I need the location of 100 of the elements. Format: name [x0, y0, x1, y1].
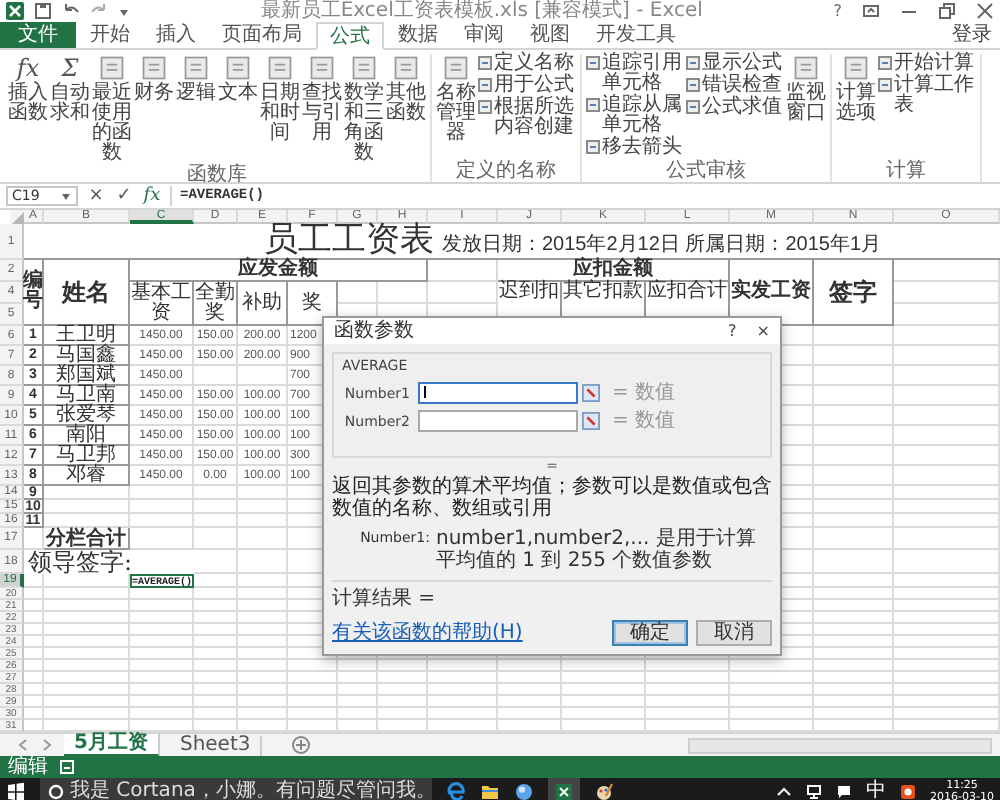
ribbon-button[interactable]: 追踪引用单元格 [586, 54, 684, 94]
ribbon-button[interactable]: 开始计算 [878, 54, 976, 74]
status-mode: 编辑 [8, 756, 48, 778]
function-icon [792, 54, 820, 82]
ribbon-tab[interactable]: 视图 [518, 22, 582, 48]
windows-logo-icon[interactable] [6, 782, 26, 800]
spreadsheet-app-icon[interactable] [548, 777, 580, 800]
function-icon [98, 54, 126, 82]
group-label: 计算 [884, 160, 928, 182]
ribbon-tab[interactable]: 插入 [144, 22, 208, 48]
function-description: 返回其参数的算术平均值；参数可以是数值或包含数值的名称、数组或引用 [332, 476, 772, 520]
chevron-up-icon[interactable] [776, 784, 793, 800]
argument-field[interactable] [418, 382, 578, 404]
message-icon[interactable] [836, 784, 853, 800]
command-icon [586, 56, 600, 70]
function-icon [308, 54, 336, 82]
ribbon-button[interactable]: fx 插入函数 [8, 54, 48, 124]
collapse-icon[interactable] [582, 384, 600, 402]
ribbon-tab[interactable]: 公式 [316, 22, 384, 50]
help-link[interactable]: 有关该函数的帮助(H) [332, 622, 523, 644]
ribbon-button[interactable]: 文本 [218, 54, 258, 104]
table-cell: 马卫邦 [44, 446, 130, 466]
function-icon [442, 54, 470, 82]
argument-result: = 数值 [612, 411, 676, 431]
argument-field[interactable] [418, 410, 578, 432]
scroll-right-icon[interactable] [40, 738, 54, 752]
ribbon-button[interactable]: 定义名称 [478, 54, 576, 74]
help-button[interactable]: ? [728, 321, 737, 341]
column-heading: 应发金额 [130, 260, 428, 282]
ribbon-options-icon[interactable] [862, 2, 880, 20]
ribbon-button[interactable]: 最近使用的函数 [92, 54, 132, 164]
table-cell: 张爱琴 [44, 406, 130, 426]
ribbon-button[interactable]: 财务 [134, 54, 174, 104]
ribbon-tab[interactable]: 开始 [78, 22, 142, 48]
command-icon [686, 56, 700, 70]
ribbon-button[interactable]: 名称管理器 [436, 54, 476, 144]
command-icon [478, 100, 492, 114]
close-button[interactable]: × [756, 321, 770, 341]
table-cell: 王卫明 [44, 326, 130, 346]
cancel-button[interactable]: × [86, 186, 106, 206]
ribbon-tab[interactable]: 页面布局 [210, 22, 314, 48]
search-box[interactable]: 我是 Cortana，小娜。有问题尽管问我。 [40, 778, 432, 800]
ribbon-button[interactable]: 显示公式 [686, 54, 784, 74]
excel-icon[interactable] [6, 2, 24, 20]
ok-button[interactable]: 确定 [612, 620, 688, 646]
enter-button[interactable]: ✓ [114, 186, 134, 206]
restore-icon[interactable] [938, 2, 956, 20]
ribbon-button[interactable]: 根据所选内容创建 [478, 98, 576, 138]
add-sheet-icon[interactable] [292, 736, 311, 754]
scroll-left-icon[interactable] [16, 738, 30, 752]
ribbon-button[interactable]: 移去箭头 [586, 138, 684, 158]
column-heading: 实发工资 [730, 260, 814, 326]
insert-function-button[interactable]: fx [142, 186, 162, 206]
ribbon-button[interactable]: 日期和时间 [260, 54, 300, 144]
table-cell: 邓睿 [44, 466, 130, 486]
ribbon-button[interactable]: 监视窗口 [786, 54, 826, 124]
ribbon-button[interactable]: 错误检查 [686, 76, 784, 96]
browser-icon[interactable] [446, 782, 466, 800]
command-icon [878, 78, 892, 92]
ribbon-button[interactable]: 用于公式 [478, 76, 576, 96]
help-button[interactable]: ? [833, 2, 842, 20]
ribbon-tab[interactable]: 数据 [386, 22, 450, 48]
command-icon [478, 78, 492, 92]
input-method-indicator[interactable]: 中 [866, 778, 887, 800]
sign-in-link[interactable]: 登录 [944, 22, 1000, 48]
horizontal-scrollbar[interactable] [688, 737, 992, 753]
ribbon-button[interactable]: 其他函数 [386, 54, 426, 124]
ribbon-button[interactable]: 计算选项 [836, 54, 876, 124]
ribbon-button[interactable]: 数学和三角函数 [344, 54, 384, 164]
network-icon[interactable] [806, 784, 823, 800]
column-heading: 奖 [288, 282, 338, 326]
sheet-tab[interactable]: 5月工资 [64, 733, 160, 757]
cancel-button[interactable]: 取消 [696, 620, 772, 646]
globe-icon[interactable] [514, 782, 534, 800]
command-icon [478, 56, 492, 70]
ribbon-button[interactable]: 逻辑 [176, 54, 216, 104]
ribbon-button[interactable]: 追踪从属单元格 [586, 96, 684, 136]
close-icon[interactable] [976, 2, 994, 20]
column-heading: 补助 [238, 282, 288, 326]
column-heading: 应扣金额 [498, 260, 730, 282]
paint-icon[interactable] [594, 782, 614, 800]
ribbon-button[interactable]: Σ 自动求和 [50, 54, 90, 124]
ribbon-button[interactable]: 公式求值 [686, 98, 784, 118]
save-icon[interactable] [34, 2, 52, 20]
input-method-icon[interactable] [900, 784, 917, 800]
column-heading: 姓名 [44, 260, 130, 326]
ribbon-tab[interactable]: 审阅 [452, 22, 516, 48]
function-icon [140, 54, 168, 82]
column-heading: 基本工资 [130, 282, 194, 326]
ribbon-button[interactable]: 查找与引用 [302, 54, 342, 144]
customize-caret-icon[interactable] [118, 5, 130, 17]
function-icon [842, 54, 870, 82]
ribbon-tab[interactable]: 开发工具 [584, 22, 688, 48]
folder-icon[interactable] [480, 782, 500, 800]
date-line: 发放日期：2015年2月12日 所属日期：2015年1月 [442, 234, 882, 256]
sheet-title: 员工工资表 [264, 222, 434, 258]
collapse-icon[interactable] [582, 412, 600, 430]
ribbon-button[interactable]: 计算工作表 [878, 76, 976, 116]
file-tab[interactable]: 文件 [0, 22, 76, 48]
argument-help: number1,number2,... 是用于计算平均值的 1 到 255 个数值参数 [436, 528, 758, 572]
